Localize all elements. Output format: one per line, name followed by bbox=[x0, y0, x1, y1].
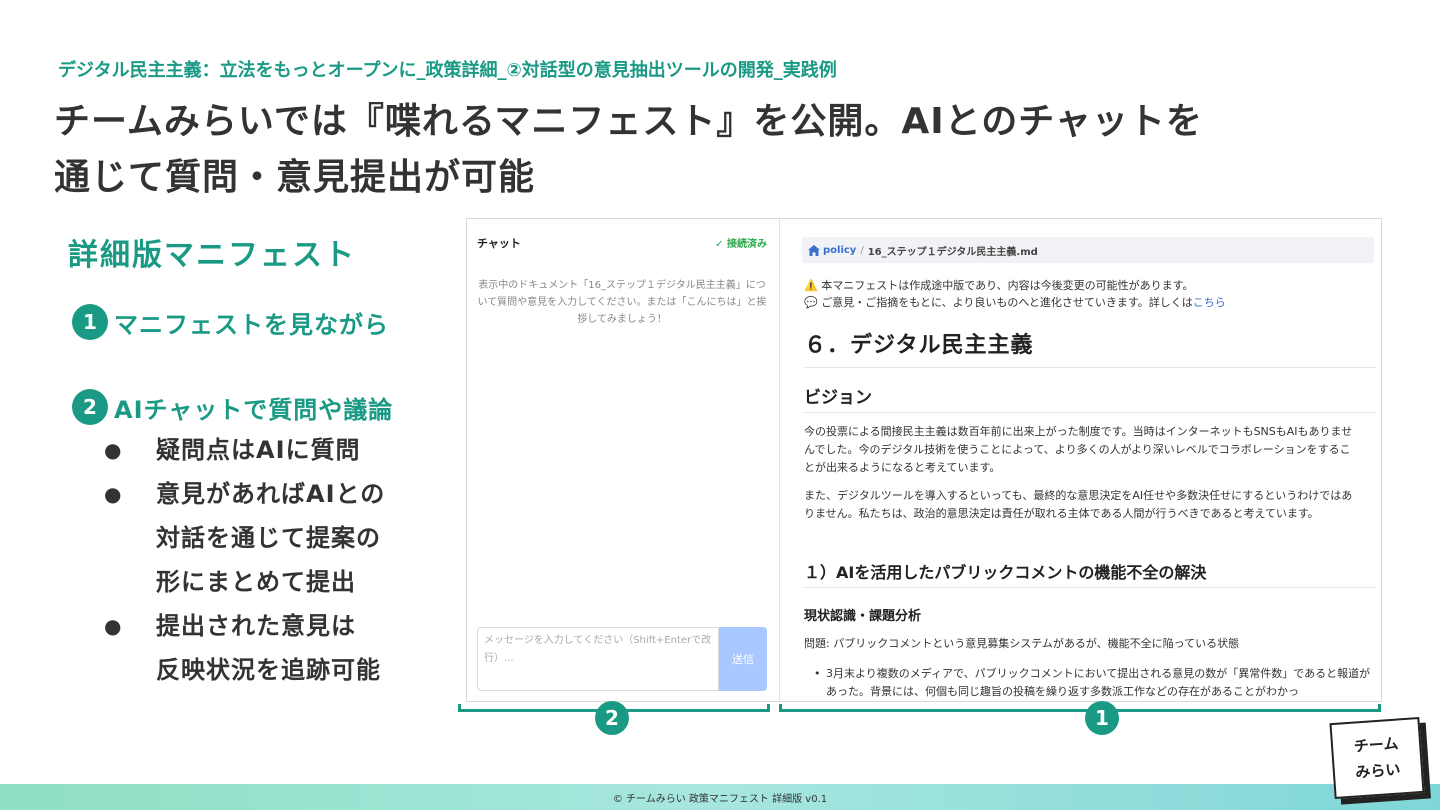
breadcrumb: デジタル民主主義：立法をもっとオープンに_政策詳細_②対話型の意見抽出ツールの開… bbox=[58, 60, 837, 81]
list-item-text: 提出された意見は bbox=[156, 612, 356, 640]
step-1: 1 マニフェストを見ながら bbox=[72, 304, 389, 340]
list-item-text: 疑問点はAIに質問 bbox=[156, 436, 361, 464]
feedback-notice-text: ご意見・ご指摘をもとに、より良いものへと進化させていきます。詳しくは bbox=[821, 296, 1193, 309]
draft-notice-text: 本マニフェストは作成途中版であり、内容は今後変更の可能性があります。 bbox=[821, 279, 1194, 292]
breadcrumb-separator: / bbox=[860, 244, 864, 256]
feature-list: ● 疑問点はAIに質問 ● 意見があればAIとの 対話を通じて提案の 形にまとめ… bbox=[104, 428, 434, 692]
page-title: チームみらいでは『喋れるマニフェスト』を公開。AIとのチャットを 通じて質問・意… bbox=[54, 94, 1354, 206]
details-link[interactable]: こちら bbox=[1193, 296, 1226, 309]
subsection-heading: １）AIを活用したパブリックコメントの機能不全の解決 bbox=[804, 559, 1376, 588]
list-item: 3月末より複数のメディアで、パブリックコメントにおいて提出される意見の数が「異常… bbox=[804, 665, 1376, 701]
bullet-icon: ● bbox=[104, 438, 123, 462]
list-item-text: 対話を通じて提案の bbox=[156, 524, 381, 552]
draft-notice: ⚠️ 本マニフェストは作成途中版であり、内容は今後変更の可能性があります。 bbox=[804, 277, 1194, 293]
speech-bubble-icon: 💬 bbox=[804, 296, 818, 309]
document-bracket bbox=[779, 704, 1381, 712]
list-item: ● 提出された意見は 反映状況を追跡可能 bbox=[104, 604, 434, 692]
section-heading: 詳細版マニフェスト bbox=[68, 238, 356, 273]
connection-status: ✓ 接続済み bbox=[715, 239, 767, 250]
step-2-number: 2 bbox=[72, 389, 108, 425]
document-list: 3月末より複数のメディアで、パブリックコメントにおいて提出される意見の数が「異常… bbox=[804, 665, 1376, 701]
home-icon bbox=[808, 244, 820, 256]
step-1-number: 1 bbox=[72, 304, 108, 340]
document-viewer: policy / 16_ステップ１デジタル民主主義.md ⚠️ 本マニフェストは… bbox=[780, 219, 1380, 701]
step-2: 2 AIチャットで質問や議論 bbox=[72, 389, 393, 425]
chat-title: チャット bbox=[477, 237, 521, 250]
send-button[interactable]: 送信 bbox=[719, 627, 767, 691]
team-mirai-logo: チーム みらい bbox=[1329, 716, 1425, 800]
logo-text-line-2: みらい bbox=[1354, 760, 1401, 782]
analysis-heading: 現状認識・課題分析 bbox=[804, 609, 922, 624]
problem-statement: 問題: パブリックコメントという意見募集システムがあるが、機能不全に陥っている状… bbox=[804, 637, 1240, 650]
bullet-icon: ● bbox=[104, 614, 123, 638]
document-heading: ６．デジタル民主主義 bbox=[804, 327, 1376, 368]
step-2-label: AIチャットで質問や議論 bbox=[114, 395, 394, 424]
step-1-label: マニフェストを見ながら bbox=[114, 310, 389, 339]
message-input[interactable]: メッセージを入力してください（Shift+Enterで改行）... bbox=[477, 627, 719, 691]
document-callout-badge: 1 bbox=[1085, 701, 1119, 735]
list-item-text: 形にまとめて提出 bbox=[156, 568, 356, 596]
chat-intro-message: 表示中のドキュメント「16_ステップ１デジタル民主主義」について質問や意見を入力… bbox=[477, 280, 767, 325]
list-item: ● 疑問点はAIに質問 bbox=[104, 428, 434, 472]
page-title-line-1: チームみらいでは『喋れるマニフェスト』を公開。AIとのチャットを bbox=[54, 101, 1203, 142]
breadcrumb-file: 16_ステップ１デジタル民主主義.md bbox=[867, 246, 1038, 258]
app-screenshot: チャット ✓ 接続済み 表示中のドキュメント「16_ステップ１デジタル民主主義」… bbox=[466, 218, 1382, 702]
bullet-icon: ● bbox=[104, 482, 123, 506]
list-item-text: 反映状況を追跡可能 bbox=[156, 656, 381, 684]
list-item-text: 意見があればAIとの bbox=[156, 480, 386, 508]
footer-copyright: © チームみらい 政策マニフェスト 詳細版 v0.1 bbox=[612, 794, 828, 805]
chat-callout-badge: 2 bbox=[595, 701, 629, 735]
feedback-notice: 💬 ご意見・ご指摘をもとに、より良いものへと進化させていきます。詳しくはこちら bbox=[804, 294, 1226, 310]
page-title-line-2: 通じて質問・意見提出が可能 bbox=[54, 157, 536, 198]
breadcrumb-home-link[interactable]: policy bbox=[823, 245, 856, 256]
vision-paragraph-1: 今の投票による間接民主主義は数百年前に出来上がった制度です。当時はインターネット… bbox=[804, 425, 1353, 474]
warning-icon: ⚠️ bbox=[804, 279, 818, 292]
vision-paragraph-2: また、デジタルツールを導入するといっても、最終的な意思決定をAI任せや多数決任せ… bbox=[804, 489, 1353, 520]
document-breadcrumb: policy / 16_ステップ１デジタル民主主義.md bbox=[802, 237, 1374, 263]
list-item: ● 意見があればAIとの 対話を通じて提案の 形にまとめて提出 bbox=[104, 472, 434, 604]
chat-panel: チャット ✓ 接続済み 表示中のドキュメント「16_ステップ１デジタル民主主義」… bbox=[467, 219, 780, 701]
vision-heading: ビジョン bbox=[804, 383, 1376, 413]
